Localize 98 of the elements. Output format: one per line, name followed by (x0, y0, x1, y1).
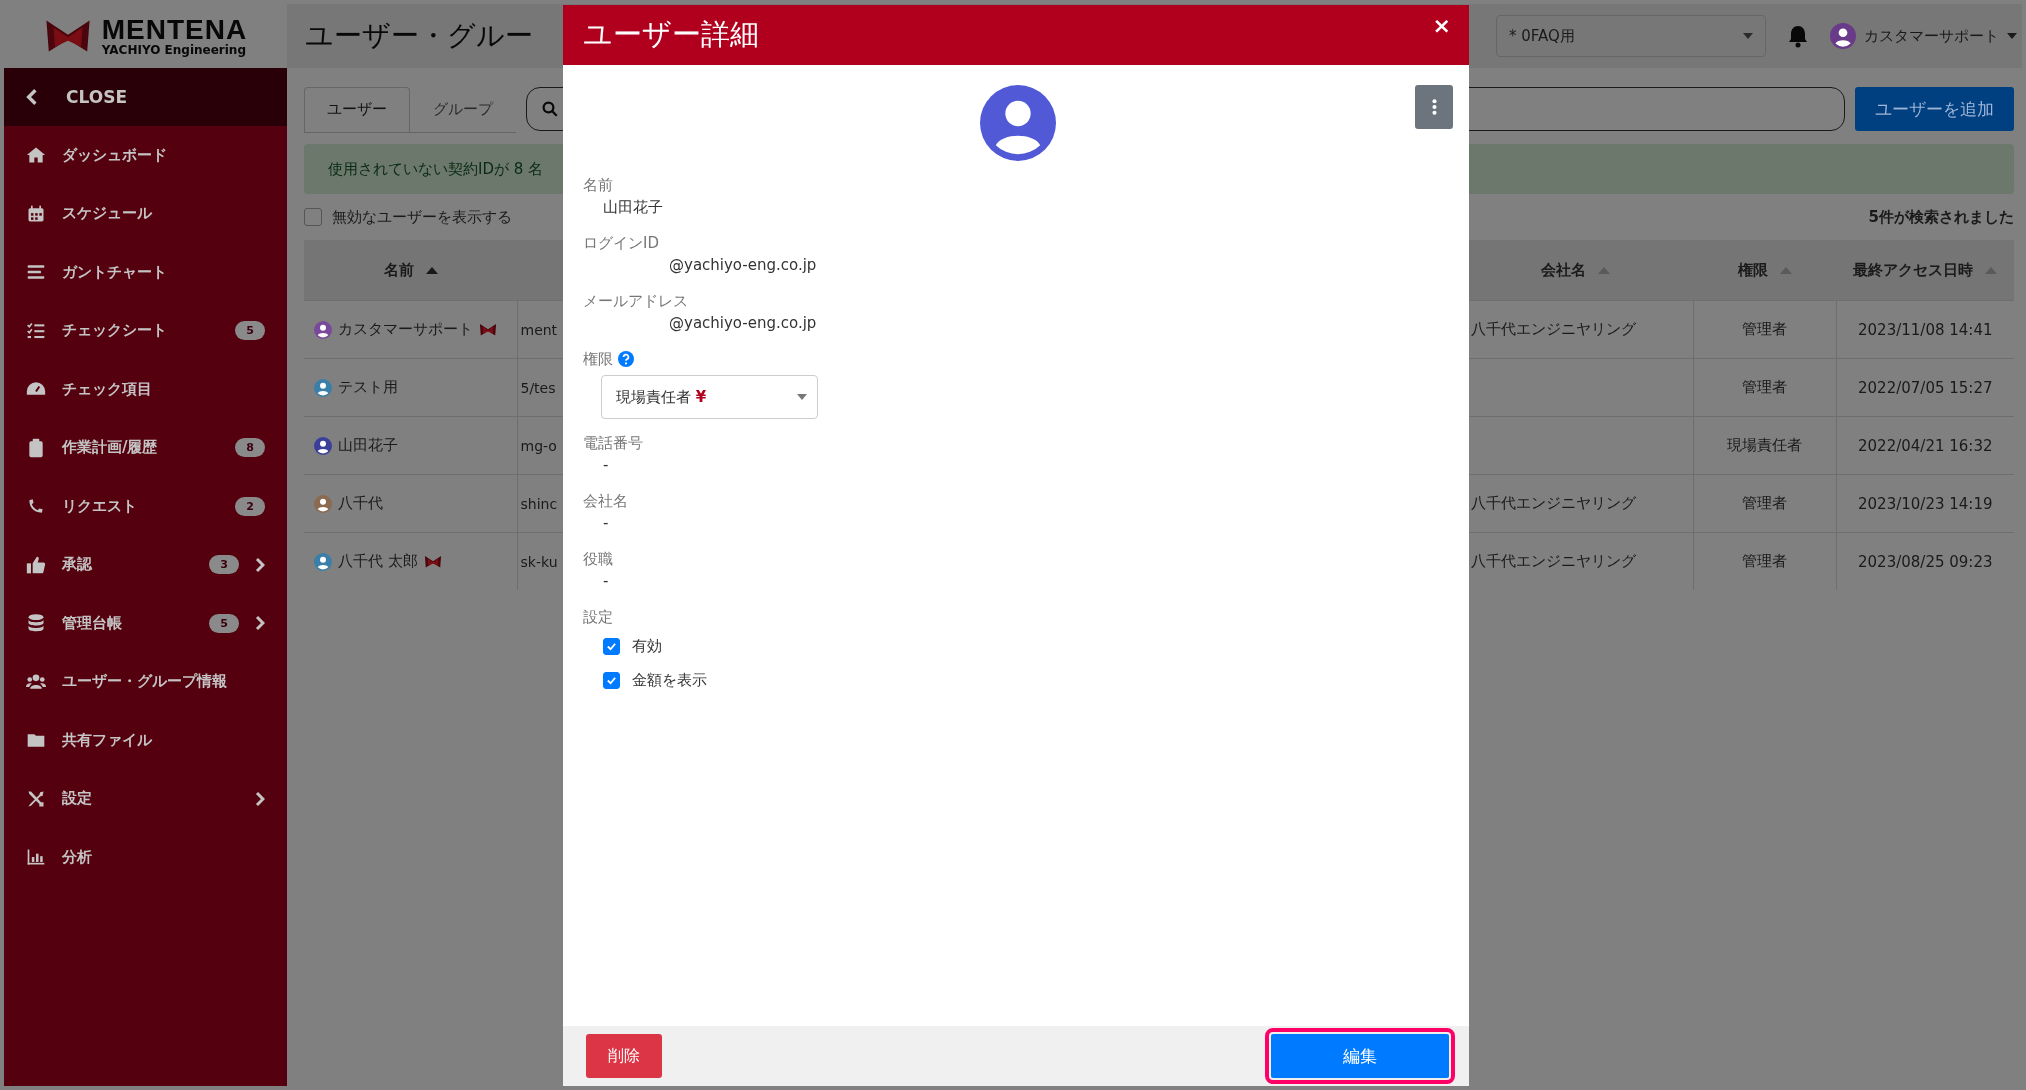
workspace-select[interactable]: * 0FAQ用 (1496, 15, 1766, 57)
field-label: 役職 (583, 549, 613, 569)
column-header[interactable]: 権限 (1737, 260, 1768, 280)
page-title: ユーザー・グルー (305, 18, 533, 54)
count-badge: 3 (209, 555, 239, 575)
database-icon (26, 613, 46, 634)
sidebar-item[interactable]: リクエスト 2 (4, 477, 287, 536)
sidebar-item[interactable]: ガントチャート (4, 243, 287, 302)
table-cell: 5/tes (520, 379, 556, 396)
more-options-button[interactable] (1415, 85, 1453, 129)
check-icon (606, 674, 617, 686)
sidebar-item[interactable]: スケジュール (4, 184, 287, 243)
close-button[interactable]: × (1428, 13, 1455, 38)
table-cell: 八千代エンジニヤリング (1470, 552, 1636, 570)
add-user-button[interactable]: ユーザーを追加 (1855, 87, 2014, 131)
table-cell: 2023/11/08 14:41 (1858, 320, 1993, 339)
table-cell: 八千代エンジニヤリング (1470, 494, 1636, 512)
field-label: 名前 (583, 175, 613, 195)
sidebar-item[interactable]: チェック項目 (4, 360, 287, 419)
clipboard-icon (26, 437, 46, 458)
sidebar-item[interactable]: 設定 (4, 769, 287, 828)
sidebar-item[interactable]: 分析 (4, 828, 287, 887)
checkbox-label: 有効 (632, 636, 662, 656)
field-label: 設定 (583, 607, 613, 627)
caret-icon (2007, 33, 2017, 39)
column-header[interactable]: 名前 (383, 260, 414, 280)
user-name[interactable]: 八千代 太郎 (338, 552, 418, 571)
field-label: 会社名 (583, 491, 628, 511)
sidebar-item[interactable]: 管理台帳 5 (4, 594, 287, 653)
table-cell: 管理者 (1742, 494, 1787, 512)
close-sidebar-button[interactable]: CLOSE (4, 68, 287, 126)
table-cell: shinc (520, 495, 558, 512)
search-icon (541, 100, 559, 118)
tab[interactable]: ユーザー (304, 86, 410, 132)
table-cell: 管理者 (1742, 552, 1787, 570)
bar-chart-icon (26, 847, 46, 868)
user-menu[interactable]: カスタマーサポート (1830, 23, 2017, 49)
brand-tagline: YACHIYO Engineering (101, 44, 247, 56)
table-cell: 八千代エンジニヤリング (1470, 320, 1636, 338)
count-badge: 8 (235, 438, 265, 458)
checkbox-label: 金額を表示 (632, 670, 707, 690)
table-cell: ment (520, 321, 558, 338)
field-value: @yachiyo-eng.co.jp (669, 256, 817, 274)
table-cell: 管理者 (1742, 320, 1787, 338)
field-value: @yachiyo-eng.co.jp (669, 314, 817, 332)
thumbs-up-icon (26, 554, 46, 575)
field-label: ログインID (583, 233, 659, 253)
sidebar-item[interactable]: 承認 3 (4, 535, 287, 594)
user-name[interactable]: 山田花子 (338, 436, 398, 455)
field-label: 権限 (583, 349, 613, 369)
calendar-icon (26, 203, 46, 224)
logo-icon (43, 18, 92, 54)
role-select[interactable]: 現場責任者 ¥ (601, 375, 818, 419)
kebab-icon (1431, 99, 1437, 115)
modal-title: ユーザー詳細 (583, 16, 759, 53)
chevron-left-icon (26, 88, 38, 106)
bell-icon (1786, 24, 1810, 48)
caret-icon (797, 394, 807, 400)
checkbox[interactable] (603, 637, 620, 655)
field-label: 電話番号 (583, 433, 643, 453)
table-cell: 2023/08/25 09:23 (1858, 552, 1993, 571)
table-cell: mg-o (520, 437, 557, 454)
check-icon (606, 640, 617, 652)
checkbox-label: 無効なユーザーを表示する (332, 207, 512, 227)
user-name[interactable]: 八千代 (338, 494, 383, 513)
checklist-icon (26, 320, 46, 341)
count-badge: 2 (235, 496, 265, 516)
table-cell: 2022/07/05 15:27 (1858, 378, 1993, 397)
count-badge: 5 (209, 613, 239, 633)
avatar-icon (980, 85, 1056, 161)
column-header[interactable]: 会社名 (1541, 260, 1586, 280)
field-value: - (603, 456, 609, 474)
tab[interactable]: グループ (410, 86, 516, 132)
user-name[interactable]: テスト用 (338, 378, 398, 397)
table-cell: sk-ku (520, 553, 558, 570)
user-name[interactable]: カスタマーサポート (338, 320, 473, 339)
field-value: - (603, 514, 609, 532)
delete-button[interactable]: 削除 (586, 1034, 662, 1078)
sidebar-item[interactable]: チェックシート 5 (4, 301, 287, 360)
table-cell: 現場責任者 (1727, 436, 1802, 454)
sidebar-item[interactable]: ダッシュボード (4, 126, 287, 185)
sidebar-item[interactable]: ユーザー・グループ情報 (4, 652, 287, 711)
field-value: - (603, 572, 609, 590)
table-cell: 2023/10/23 14:19 (1858, 494, 1993, 513)
brand-name: MENTENA (101, 16, 248, 44)
count-badge: 5 (235, 321, 265, 341)
caret-icon (1743, 33, 1753, 39)
home-icon (26, 145, 46, 166)
checkbox[interactable] (304, 208, 322, 226)
field-value: 山田花子 (603, 198, 663, 216)
table-cell: 2022/04/21 16:32 (1858, 436, 1993, 455)
result-count: 5件が検索されました (1868, 207, 2014, 227)
field-label: メールアドレス (583, 291, 688, 311)
sidebar-item[interactable]: 作業計画/履歴 8 (4, 418, 287, 477)
table-cell: 管理者 (1742, 378, 1787, 396)
avatar-icon (1830, 23, 1856, 49)
sidebar-item[interactable]: 共有ファイル (4, 711, 287, 770)
checkbox[interactable] (603, 671, 620, 689)
